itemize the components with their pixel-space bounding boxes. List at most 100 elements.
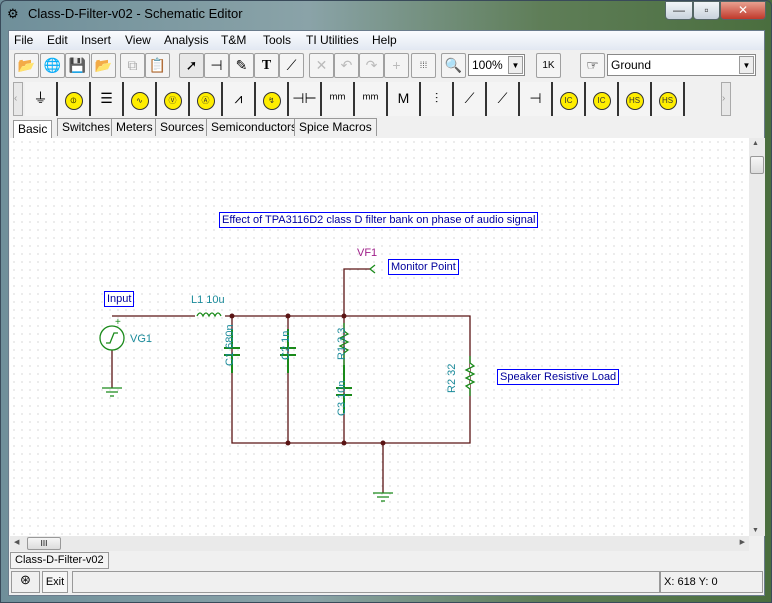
- varistor-icon[interactable]: ⟋: [487, 82, 520, 116]
- schematic-canvas[interactable]: + Effect of TPA3116D2 class D filter ban…: [10, 138, 749, 536]
- menu-analysis[interactable]: Analysis: [164, 33, 209, 47]
- component-palette: ⏚ ⦶ ☰ ∿ Ⓥ Ⓐ ⩘ ↯ ⊣⊢ ᵐᵐ ᵐᵐ M ⫶ ⟋ ⟋ ⊣ IC IC HS HS: [25, 82, 715, 116]
- vg1-label: VG1: [130, 333, 153, 345]
- chevron-down-icon[interactable]: ▼: [739, 56, 754, 74]
- maximize-button[interactable]: ▫: [693, 1, 720, 20]
- inductor-l1: [196, 312, 222, 318]
- scroll-down-icon[interactable]: ▼: [752, 527, 759, 534]
- select-arrow-icon[interactable]: ➚: [179, 53, 204, 78]
- tab-switches[interactable]: Switches: [57, 118, 116, 136]
- current-ic-icon[interactable]: IC: [553, 82, 586, 116]
- ammeter-icon[interactable]: Ⓐ: [190, 82, 223, 116]
- menu-file[interactable]: File: [14, 33, 33, 47]
- exit-button[interactable]: Exit: [42, 571, 68, 593]
- scroll-thumb[interactable]: [750, 156, 764, 174]
- vertical-scrollbar[interactable]: ▲ ▼: [749, 138, 765, 536]
- current-hs-icon[interactable]: HS: [619, 82, 652, 116]
- scroll-left-button[interactable]: ‹: [13, 82, 23, 116]
- status-message: [72, 571, 660, 593]
- schematic-title-label[interactable]: Effect of TPA3116D2 class D filter bank …: [219, 212, 539, 228]
- current-hs-plus-icon[interactable]: HS: [652, 82, 685, 116]
- app-icon[interactable]: ⚙: [7, 6, 23, 22]
- pointer-hand-icon[interactable]: ☞: [580, 53, 605, 78]
- plate-icon[interactable]: ⊣: [520, 82, 553, 116]
- zoom-select[interactable]: 100% ▼: [468, 54, 525, 76]
- menu-view[interactable]: View: [125, 33, 151, 47]
- tab-spice-macros[interactable]: Spice Macros: [294, 118, 377, 136]
- open-icon[interactable]: 📂: [14, 53, 39, 78]
- junction: [285, 313, 291, 319]
- scroll-left-icon[interactable]: ◀: [14, 538, 19, 546]
- potentiometer-icon[interactable]: ↯: [256, 82, 289, 116]
- copy-icon[interactable]: ⧉: [120, 53, 145, 78]
- grid-icon[interactable]: ⁞⁞⁞: [411, 53, 436, 78]
- transformer-mutual-icon[interactable]: M: [388, 82, 421, 116]
- ground-symbol: [373, 492, 393, 502]
- tab-semiconductors[interactable]: Semiconductors: [206, 118, 303, 136]
- capacitor-icon[interactable]: ⊣⊢: [289, 82, 322, 116]
- scroll-right-icon[interactable]: ▶: [740, 538, 745, 546]
- svg-text:+: +: [115, 317, 121, 328]
- voltmeter-icon[interactable]: Ⓥ: [157, 82, 190, 116]
- menu-help[interactable]: Help: [372, 33, 397, 47]
- switch-icon[interactable]: ⟋: [454, 82, 487, 116]
- schematic-diagram: +: [99, 264, 476, 502]
- component-select-value: Ground: [611, 58, 652, 72]
- voltage-source-icon[interactable]: ☰: [91, 82, 124, 116]
- tab-meters[interactable]: Meters: [111, 118, 158, 136]
- zoom-value: 100%: [472, 58, 503, 72]
- resistor-icon[interactable]: ⩘: [223, 82, 256, 116]
- chevron-down-icon[interactable]: ▼: [508, 56, 523, 74]
- input-label[interactable]: Input: [104, 291, 135, 307]
- c3-label: C3 10n: [336, 380, 348, 416]
- battery-source-icon[interactable]: ⦶: [58, 82, 91, 116]
- menu-tm[interactable]: T&M: [221, 33, 246, 47]
- junction: [229, 313, 235, 319]
- redo-icon[interactable]: ↷: [359, 53, 384, 78]
- scroll-up-icon[interactable]: ▲: [752, 140, 759, 147]
- open-recent-icon[interactable]: 📂: [91, 53, 116, 78]
- current-ic-plus-icon[interactable]: IC: [586, 82, 619, 116]
- zoom-icon[interactable]: 🔍: [441, 53, 466, 78]
- text-icon[interactable]: T: [254, 53, 279, 78]
- monitor-point-label[interactable]: Monitor Point: [388, 259, 459, 275]
- document-tab[interactable]: Class-D-Filter-v02: [10, 552, 109, 569]
- transformer-icon[interactable]: ⫶: [421, 82, 454, 116]
- paste-icon[interactable]: 📋: [145, 53, 170, 78]
- wire-icon[interactable]: ⊣: [204, 53, 229, 78]
- menu-edit[interactable]: Edit: [47, 33, 68, 47]
- close-button[interactable]: ✕: [720, 1, 766, 20]
- scroll-thumb[interactable]: III: [27, 537, 61, 550]
- circuit-icon[interactable]: ⊛: [11, 571, 40, 593]
- inductor-icon[interactable]: ᵐᵐ: [322, 82, 355, 116]
- save-icon[interactable]: 💾: [65, 53, 90, 78]
- components: [99, 264, 476, 502]
- pen-icon[interactable]: ✎: [229, 53, 254, 78]
- menu-tools[interactable]: Tools: [263, 33, 291, 47]
- web-open-icon[interactable]: 🌐: [40, 53, 65, 78]
- delete-icon[interactable]: ✕: [309, 53, 334, 78]
- component-select[interactable]: Ground ▼: [607, 54, 756, 76]
- ground-icon[interactable]: ⏚: [25, 82, 58, 116]
- minimize-button[interactable]: —: [665, 1, 693, 20]
- sine-generator-icon[interactable]: ∿: [124, 82, 157, 116]
- resistor-r2: [464, 356, 476, 396]
- tab-basic[interactable]: Basic: [13, 120, 53, 138]
- app-client: File Edit Insert View Analysis T&M Tools…: [8, 30, 765, 596]
- tab-sources[interactable]: Sources: [155, 118, 210, 136]
- wires: [111, 268, 471, 493]
- junction: [285, 440, 291, 446]
- wire-tool-icon[interactable]: ⟋: [279, 53, 304, 78]
- undo-icon[interactable]: ↶: [334, 53, 359, 78]
- menu-insert[interactable]: Insert: [81, 33, 111, 47]
- l1-label: L1 10u: [191, 294, 225, 306]
- scroll-right-button[interactable]: ›: [721, 82, 731, 116]
- crosshair-icon[interactable]: +: [384, 53, 409, 78]
- horizontal-scrollbar[interactable]: ◀ III ▶: [10, 536, 749, 551]
- inductor-core-icon[interactable]: ᵐᵐ: [355, 82, 388, 116]
- speaker-load-label[interactable]: Speaker Resistive Load: [497, 369, 620, 385]
- vf1-label: VF1: [357, 247, 378, 259]
- menu-ti-utilities[interactable]: TI Utilities: [306, 33, 359, 47]
- junction: [380, 440, 386, 446]
- component-value-icon[interactable]: 1K: [536, 53, 561, 78]
